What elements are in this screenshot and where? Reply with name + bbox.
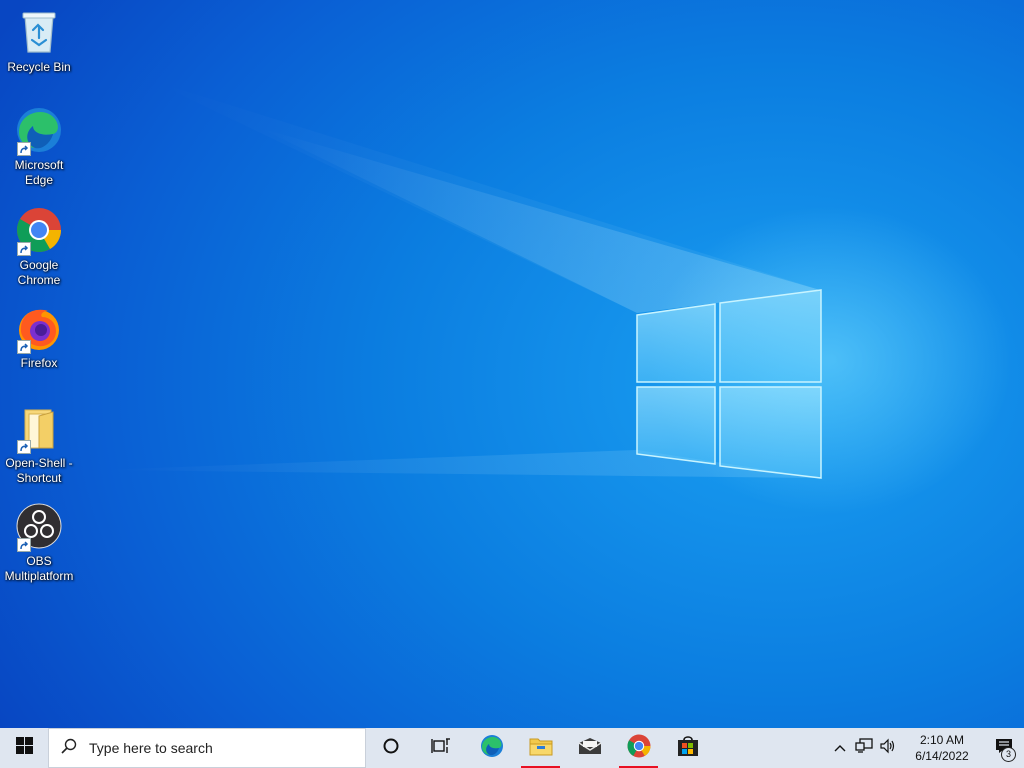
shortcut-arrow-icon [17, 538, 31, 552]
wallpaper [100, 80, 822, 479]
desktop[interactable]: Recycle Bin Microsoft Edge Google Chrome… [0, 0, 1024, 728]
network-button[interactable] [852, 728, 876, 768]
mail-icon [578, 737, 602, 760]
chrome-icon [15, 206, 63, 256]
taskbar-chrome-button[interactable] [614, 728, 663, 768]
speaker-icon [879, 738, 897, 759]
windows-logo [636, 289, 822, 479]
cortana-circle-icon [382, 737, 400, 760]
desktop-icon-label: Google Chrome [17, 258, 61, 287]
desktop-icon-microsoft-edge[interactable]: Microsoft Edge [0, 106, 78, 188]
desktop-icon-firefox[interactable]: Firefox [0, 304, 78, 371]
clock[interactable]: 2:10 AM 6/14/2022 [906, 732, 978, 764]
file-explorer-icon [529, 736, 553, 761]
edge-icon [480, 734, 504, 763]
obs-icon [15, 502, 63, 552]
taskbar-edge-button[interactable] [467, 728, 516, 768]
chrome-icon [627, 734, 651, 763]
store-icon [677, 735, 699, 762]
task-view-button[interactable] [416, 728, 465, 768]
cortana-button[interactable] [366, 728, 416, 768]
firefox-icon [15, 304, 63, 354]
desktop-icon-recycle-bin[interactable]: Recycle Bin [0, 8, 78, 75]
desktop-icon-label: OBS Multiplatform [4, 554, 74, 583]
search-icon [61, 738, 77, 759]
desktop-icon-obs-multiplatform[interactable]: OBS Multiplatform [0, 502, 78, 584]
search-box[interactable]: Type here to search [48, 728, 366, 768]
show-hidden-icons-button[interactable] [828, 728, 852, 768]
shortcut-arrow-icon [17, 142, 31, 156]
desktop-icon-label: Recycle Bin [7, 60, 71, 74]
desktop-icon-label: Open-Shell - Shortcut [5, 456, 73, 485]
chevron-up-icon [834, 739, 846, 757]
recycle-bin-icon [15, 8, 63, 56]
shortcut-arrow-icon [17, 242, 31, 256]
desktop-icon-label: Microsoft Edge [14, 158, 64, 187]
taskbar-file-explorer-button[interactable] [516, 728, 565, 768]
desktop-icon-google-chrome[interactable]: Google Chrome [0, 206, 78, 288]
edge-icon [15, 106, 63, 156]
windows-start-icon [15, 737, 33, 759]
start-button[interactable] [0, 728, 48, 768]
taskbar-mail-button[interactable] [565, 728, 614, 768]
desktop-icon-open-shell-shortcut[interactable]: Open-Shell - Shortcut [0, 404, 78, 486]
shortcut-arrow-icon [17, 340, 31, 354]
notification-count-badge: 3 [1001, 747, 1016, 762]
folder-icon [15, 404, 63, 454]
shortcut-arrow-icon [17, 440, 31, 454]
taskbar: Type here to search 2:10 AM 6/14/2022 3 [0, 728, 1024, 768]
search-placeholder: Type here to search [89, 740, 213, 756]
desktop-icon-label: Firefox [20, 356, 58, 370]
clock-date: 6/14/2022 [915, 749, 969, 763]
clock-time: 2:10 AM [919, 733, 965, 747]
volume-button[interactable] [876, 728, 900, 768]
task-view-icon [430, 737, 451, 760]
network-icon [855, 737, 873, 759]
system-tray: 2:10 AM 6/14/2022 3 [828, 728, 1024, 768]
action-center-button[interactable]: 3 [984, 728, 1024, 768]
taskbar-store-button[interactable] [663, 728, 712, 768]
